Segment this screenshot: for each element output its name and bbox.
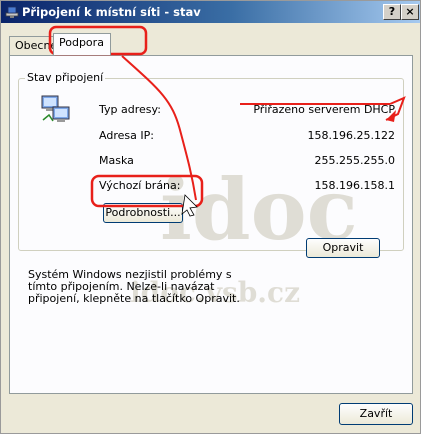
subnet-mask-label: Maska: [99, 154, 134, 167]
close-button[interactable]: Zavřít: [339, 403, 413, 425]
network-computers-icon: [41, 95, 70, 122]
ip-address-label: Adresa IP:: [99, 129, 154, 142]
title-bar[interactable]: Připojení k místní síti - stav ? ×: [1, 1, 420, 23]
group-title: Stav připojení: [25, 71, 106, 84]
tab-panel-support: idoc idoc.vsb.cz Stav připojení Typ adre…: [9, 55, 413, 394]
subnet-mask-value: 255.255.255.0: [314, 154, 395, 167]
window-title: Připojení k místní síti - stav: [22, 5, 201, 19]
ip-address-value: 158.196.25.122: [307, 129, 395, 142]
address-type-label: Typ adresy:: [99, 103, 161, 116]
connection-status-group: Stav připojení Typ adresy: Přiřazeno ser…: [18, 71, 404, 251]
default-gateway-value: 158.196.158.1: [314, 179, 395, 192]
dialog-window: Připojení k místní síti - stav ? × Obecn…: [0, 0, 421, 434]
close-window-button[interactable]: ×: [401, 4, 419, 20]
status-message: Systém Windows nezjistil problémy s tímt…: [28, 268, 240, 305]
address-type-value: Přiřazeno serverem DHCP: [253, 103, 395, 116]
repair-button[interactable]: Opravit: [306, 238, 380, 258]
network-connection-icon: [5, 6, 19, 18]
help-button[interactable]: ?: [383, 4, 401, 20]
details-button[interactable]: Podrobnosti...: [103, 203, 183, 223]
tab-support[interactable]: Podpora: [53, 33, 111, 55]
default-gateway-label: Výchozí brána:: [99, 179, 181, 192]
